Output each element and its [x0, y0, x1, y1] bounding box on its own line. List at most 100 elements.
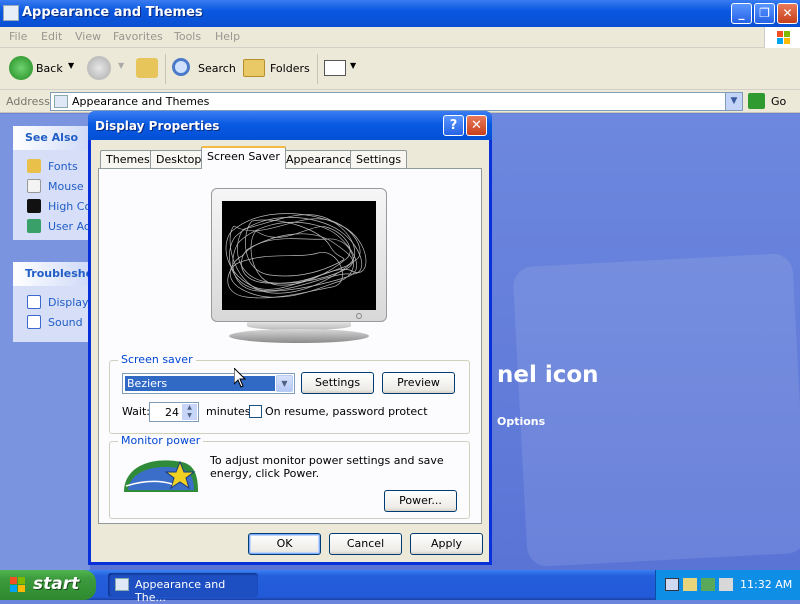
search-button[interactable]: Search [170, 56, 236, 82]
menu-tools[interactable]: Tools [174, 30, 201, 43]
tab-themes[interactable]: Themes [100, 150, 156, 168]
search-label: Search [198, 62, 236, 75]
screen-saver-selected: Beziers [125, 376, 275, 391]
monitor-preview [211, 188, 387, 322]
menu-file[interactable]: File [9, 30, 27, 43]
tab-appearance[interactable]: Appearance [280, 150, 359, 168]
chevron-down-icon: ▼ [350, 61, 357, 70]
back-button[interactable]: Back ▼ [9, 56, 77, 82]
dialog-title: Display Properties [95, 119, 220, 133]
options-fragment[interactable]: Options [497, 415, 545, 428]
screen-saver-preview [222, 201, 376, 310]
dialog-close-button[interactable]: ✕ [466, 115, 487, 136]
go-label: Go [771, 95, 787, 108]
up-folder-icon [136, 58, 158, 78]
power-led-icon [356, 313, 362, 319]
system-tray: 11:32 AM [655, 570, 800, 600]
toolbar: Back ▼ ▼ Search Folders ▼ [0, 48, 800, 90]
screen-saver-select[interactable]: Beziers ▼ [122, 373, 295, 394]
explorer-title: Appearance and Themes [22, 5, 203, 20]
menu-favorites[interactable]: Favorites [113, 30, 163, 43]
monitor-power-group: Monitor power To adjust monitor power se… [109, 434, 470, 519]
monitor-base [229, 329, 369, 343]
see-also-mouse-label: Mouse P [48, 180, 94, 193]
maximize-button[interactable]: ❐ [754, 3, 775, 24]
back-arrow-icon [9, 56, 33, 80]
help-icon [27, 315, 41, 329]
energy-star-icon [122, 456, 200, 496]
wait-label: Wait: [122, 405, 150, 418]
folder-icon [3, 5, 19, 21]
tab-desktop[interactable]: Desktop [150, 150, 208, 168]
views-button[interactable]: ▼ [322, 56, 358, 82]
see-also-fonts-label: Fonts [48, 160, 78, 173]
preview-button[interactable]: Preview [382, 372, 455, 394]
fonts-icon [27, 159, 41, 173]
forward-arrow-icon [87, 56, 111, 80]
password-protect-label: On resume, password protect [265, 405, 428, 418]
address-input[interactable]: Appearance and Themes ▼ [50, 92, 743, 111]
task-pane: See Also Fonts Mouse P High Con User Acc… [0, 114, 103, 570]
mouse-icon [27, 179, 41, 193]
apply-button[interactable]: Apply [410, 533, 483, 555]
chevron-down-icon: ▼ [68, 61, 75, 70]
chevron-down-icon[interactable]: ▼ [276, 375, 293, 392]
user-accounts-icon [27, 219, 41, 233]
monitor-power-group-label: Monitor power [118, 434, 204, 447]
go-arrow-icon [748, 93, 765, 109]
address-dropdown-icon[interactable]: ▼ [725, 93, 742, 110]
folders-button[interactable]: Folders [243, 56, 313, 82]
tray-app-icon[interactable] [683, 578, 697, 591]
chevron-down-icon: ▼ [118, 61, 125, 70]
search-icon [172, 58, 190, 76]
menu-edit[interactable]: Edit [41, 30, 62, 43]
minimize-button[interactable]: _ [731, 3, 752, 24]
wait-minutes-spinner[interactable]: 24 ▲ ▼ [149, 402, 199, 422]
address-bar: Address Appearance and Themes ▼ Go [0, 90, 800, 113]
control-panel-icon [115, 578, 129, 591]
menu-help[interactable]: Help [215, 30, 240, 43]
spin-down-icon[interactable]: ▼ [182, 412, 197, 420]
views-icon [324, 60, 346, 76]
control-panel-watermark-icon [512, 252, 800, 568]
up-folder-button[interactable] [136, 56, 160, 82]
tray-app-icon[interactable] [701, 578, 715, 591]
screen-saver-group-label: Screen saver [118, 353, 196, 366]
control-panel-icon [54, 95, 68, 108]
troubleshooter-display-label: Display [48, 296, 89, 309]
network-icon[interactable] [665, 578, 679, 591]
toolbar-separator [165, 54, 166, 84]
menu-view[interactable]: View [75, 30, 101, 43]
windows-logo-icon [764, 27, 800, 48]
menu-bar: File Edit View Favorites Tools Help [0, 27, 800, 48]
settings-button[interactable]: Settings [301, 372, 374, 394]
spin-up-icon[interactable]: ▲ [182, 404, 197, 412]
address-value: Appearance and Themes [72, 95, 210, 108]
start-button[interactable]: start [0, 570, 96, 600]
tab-screen-saver[interactable]: Screen Saver [201, 146, 286, 169]
tab-settings[interactable]: Settings [350, 150, 408, 168]
taskbar: start Appearance and The... 11:32 AM [0, 570, 800, 604]
volume-icon[interactable] [719, 578, 733, 591]
forward-button[interactable]: ▼ [87, 56, 127, 82]
monitor-power-text: To adjust monitor power settings and sav… [210, 454, 444, 480]
help-icon [27, 295, 41, 309]
taskbar-item-label: Appearance and The... [135, 578, 226, 604]
high-contrast-icon [27, 199, 41, 213]
password-protect-checkbox[interactable] [249, 405, 262, 418]
address-label: Address [6, 95, 50, 108]
explorer-titlebar: Appearance and Themes _ ❐ ✕ [0, 0, 800, 27]
troubleshooter-sound-label: Sound [48, 316, 83, 329]
toolbar-separator [317, 54, 318, 84]
minutes-label: minutes [206, 405, 251, 418]
close-button[interactable]: ✕ [777, 3, 798, 24]
power-button[interactable]: Power... [384, 490, 457, 512]
cancel-button[interactable]: Cancel [329, 533, 402, 555]
folders-icon [243, 59, 265, 77]
taskbar-item-appearance[interactable]: Appearance and The... [108, 573, 258, 604]
help-button[interactable]: ? [443, 115, 464, 136]
main-heading-fragment: nel icon [497, 362, 599, 388]
beziers-preview-icon [225, 213, 367, 299]
ok-button[interactable]: OK [248, 533, 321, 555]
windows-flag-icon [10, 577, 27, 594]
